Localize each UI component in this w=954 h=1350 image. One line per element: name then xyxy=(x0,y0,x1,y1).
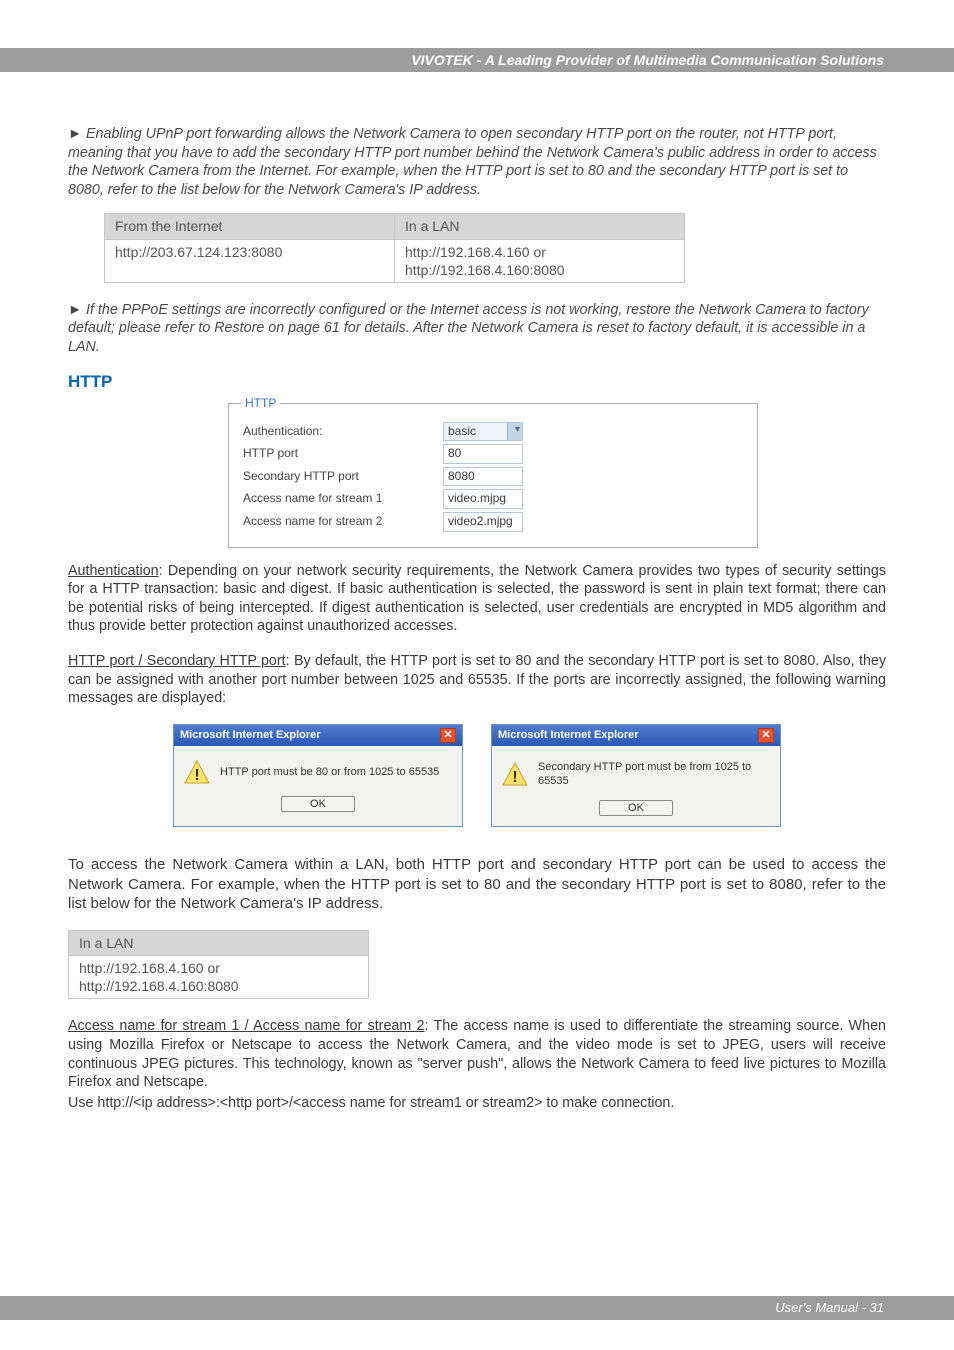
stream1-input[interactable]: video.mjpg xyxy=(443,489,523,509)
section-title-http: HTTP xyxy=(68,371,886,393)
http-legend: HTTP xyxy=(241,396,280,412)
stream2-input[interactable]: video2.mjpg xyxy=(443,512,523,532)
page-content: ►Enabling UPnP port forwarding allows th… xyxy=(0,75,954,1112)
close-icon[interactable]: ✕ xyxy=(440,728,456,743)
arrow-icon: ► xyxy=(68,125,86,144)
stream1-label: Access name for stream 1 xyxy=(243,491,443,507)
warning-dialogs: Microsoft Internet Explorer ✕ ! HTTP por… xyxy=(68,724,886,828)
auth-label: Authentication: xyxy=(243,424,443,440)
th-lan: In a LAN xyxy=(395,214,685,239)
address-table-2: In a LAN http://192.168.4.160 or http://… xyxy=(68,930,369,1000)
dialog-message: Secondary HTTP port must be from 1025 to… xyxy=(538,760,770,789)
address-table-1: From the Internet In a LAN http://203.67… xyxy=(104,213,685,283)
td-lan-2: http://192.168.4.160 or http://192.168.4… xyxy=(69,956,369,999)
para-access-name: Access name for stream 1 / Access name f… xyxy=(68,1017,886,1091)
http-port-input[interactable]: 80 xyxy=(443,444,523,464)
sec-http-port-label: Secondary HTTP port xyxy=(243,469,443,485)
note-upnp: ►Enabling UPnP port forwarding allows th… xyxy=(68,125,886,199)
access-heading: Access name for stream 1 / Access name f… xyxy=(68,1018,425,1034)
footer-text: User's Manual - 31 xyxy=(775,1300,884,1315)
dialog-message: HTTP port must be 80 or from 1025 to 655… xyxy=(220,765,439,779)
header-strip: VIVOTEK - A Leading Provider of Multimed… xyxy=(0,48,954,72)
dialog-titlebar: Microsoft Internet Explorer ✕ xyxy=(174,725,462,746)
port-heading: HTTP port / Secondary HTTP port xyxy=(68,653,286,669)
auth-heading: Authentication xyxy=(68,563,159,579)
dialog-sec-http-port: Microsoft Internet Explorer ✕ ! Secondar… xyxy=(491,724,781,828)
note-pppoe: ►If the PPPoE settings are incorrectly c… xyxy=(68,301,886,357)
page-header: VIVOTEK - A Leading Provider of Multimed… xyxy=(0,0,954,75)
dialog-title-text: Microsoft Internet Explorer xyxy=(498,728,639,742)
auth-select[interactable]: basic xyxy=(443,422,523,442)
header-title: VIVOTEK - A Leading Provider of Multimed… xyxy=(411,52,884,68)
svg-text:!: ! xyxy=(512,769,517,786)
close-icon[interactable]: ✕ xyxy=(758,728,774,743)
warning-icon: ! xyxy=(184,760,210,784)
ok-button[interactable]: OK xyxy=(599,800,673,816)
td-lan: http://192.168.4.160 or http://192.168.4… xyxy=(395,239,685,282)
http-port-label: HTTP port xyxy=(243,446,443,462)
arrow-icon: ► xyxy=(68,301,86,320)
stream2-label: Access name for stream 2 xyxy=(243,514,443,530)
para-access-url: Use http://<ip address>:<http port>/<acc… xyxy=(68,1094,886,1113)
http-settings-panel: HTTP Authentication: basic HTTP port 80 … xyxy=(228,403,758,548)
page-footer: User's Manual - 31 xyxy=(0,1296,954,1320)
warning-icon: ! xyxy=(502,762,528,786)
para-http-port: HTTP port / Secondary HTTP port: By defa… xyxy=(68,652,886,708)
sec-http-port-input[interactable]: 8080 xyxy=(443,467,523,487)
para-lan-access: To access the Network Camera within a LA… xyxy=(68,855,886,914)
dialog-title-text: Microsoft Internet Explorer xyxy=(180,728,321,742)
th-internet: From the Internet xyxy=(105,214,395,239)
svg-text:!: ! xyxy=(194,767,199,784)
td-internet: http://203.67.124.123:8080 xyxy=(105,239,395,282)
ok-button[interactable]: OK xyxy=(281,796,355,812)
para-authentication: Authentication: Depending on your networ… xyxy=(68,562,886,636)
th-lan-2: In a LAN xyxy=(69,930,369,955)
dialog-titlebar: Microsoft Internet Explorer ✕ xyxy=(492,725,780,746)
dialog-http-port: Microsoft Internet Explorer ✕ ! HTTP por… xyxy=(173,724,463,828)
